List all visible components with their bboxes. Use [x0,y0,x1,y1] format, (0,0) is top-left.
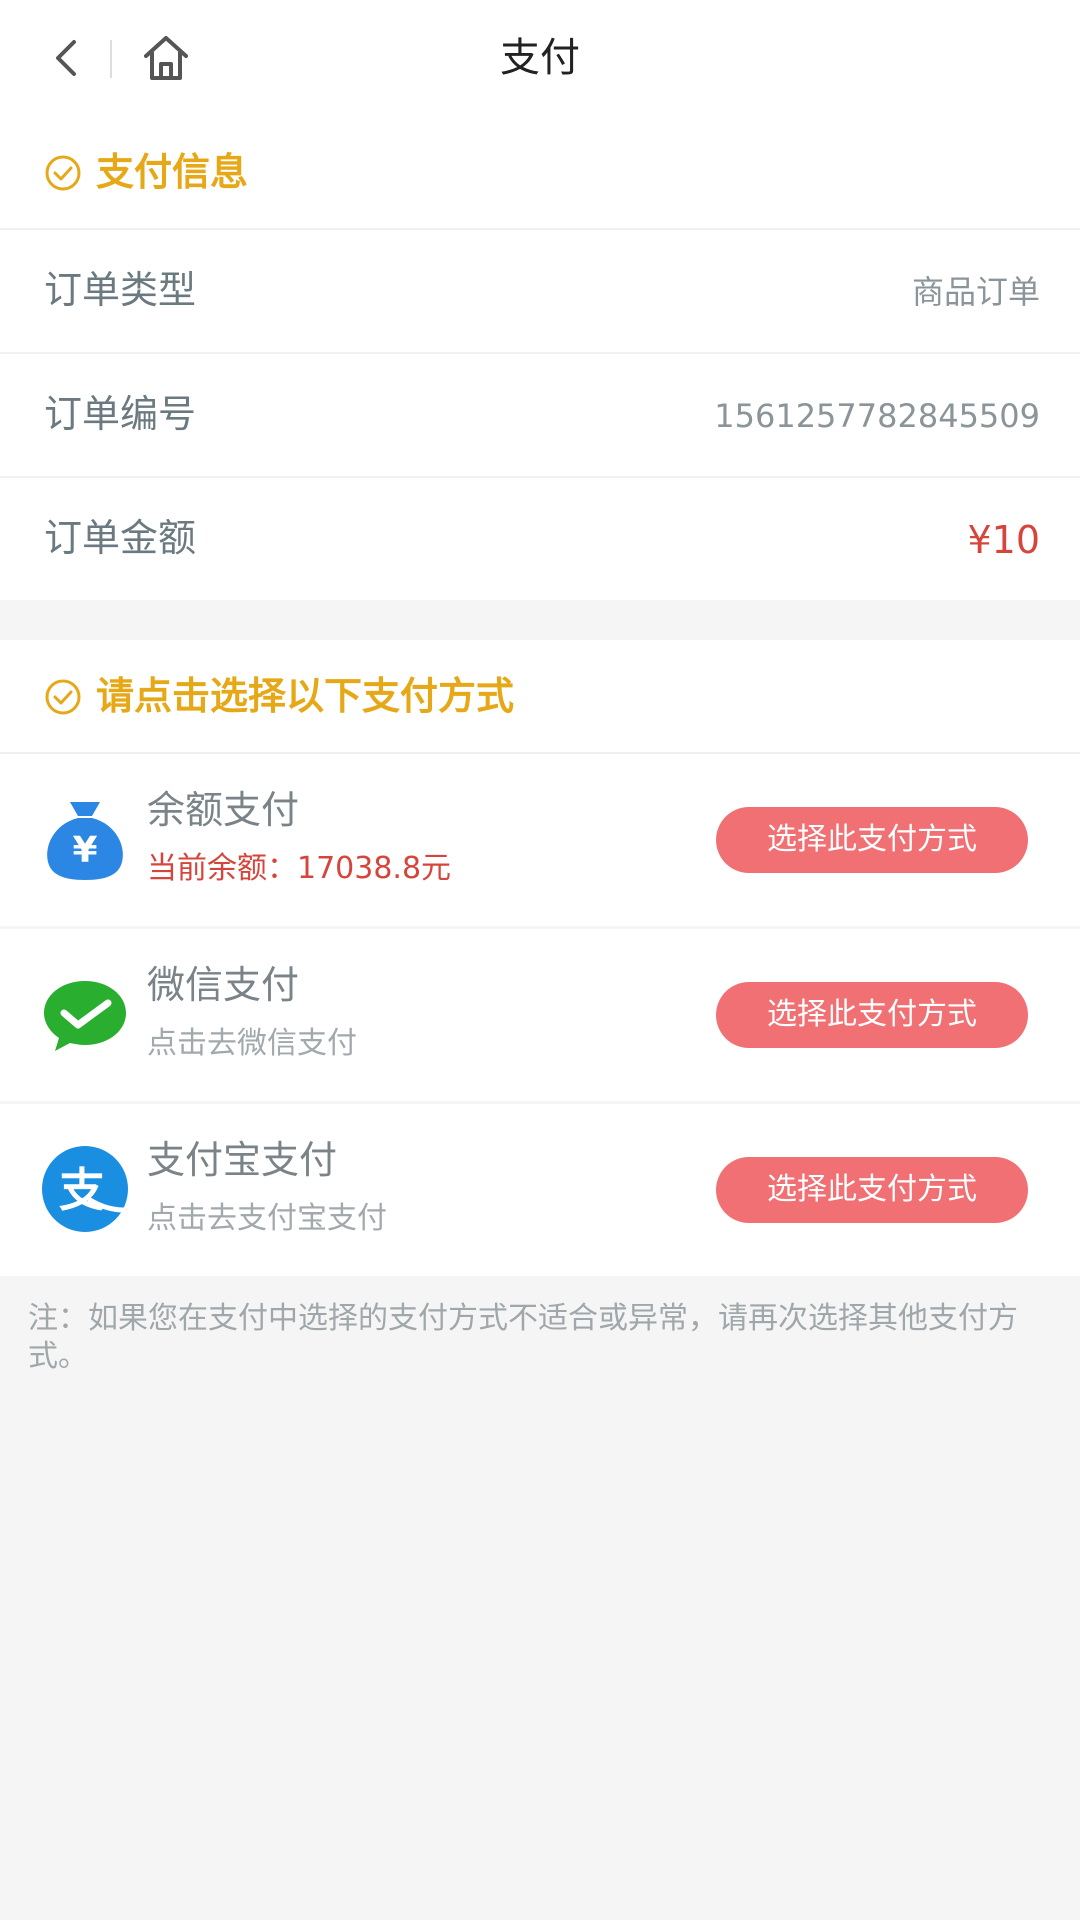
svg-text:¥: ¥ [72,830,97,871]
wechat-icon [44,981,126,1051]
wechat-pay-name: 微信支付 [147,963,300,1007]
payment-methods-section: 请点击选择以下支付方式 ¥ 余额支付 当前余额：17038.8元 选择此支付方式… [0,640,1080,1279]
payment-note: 注：如果您在支付中选择的支付方式不适合或异常，请再次选择其他支付方式。 [28,1301,1018,1374]
order-type-row: 订单类型 商品订单 [0,230,1080,354]
svg-text:支: 支 [59,1163,105,1217]
alipay-pay-hint: 点击去支付宝支付 [147,1201,387,1236]
select-balance-button[interactable]: 选择此支付方式 [716,807,1028,873]
check-circle-icon [45,155,81,191]
alipay-pay-row[interactable]: 支 支付宝支付 点击去支付宝支付 选择此支付方式 [0,1104,1080,1279]
select-alipay-button[interactable]: 选择此支付方式 [716,1157,1028,1223]
balance-pay-name: 余额支付 [147,788,300,832]
check-circle-icon [45,679,81,715]
payment-info-title: 支付信息 [96,150,249,194]
order-number-label: 订单编号 [44,392,197,436]
order-number-row: 订单编号 1561257782845509 [0,354,1080,478]
order-amount-label: 订单金额 [44,516,197,560]
wechat-pay-hint: 点击去微信支付 [147,1026,357,1061]
alipay-pay-name: 支付宝支付 [147,1138,338,1182]
order-amount-row: 订单金额 ¥10 [0,478,1080,600]
order-amount-value: ¥10 [967,518,1040,562]
payment-methods-title: 请点击选择以下支付方式 [96,674,515,718]
alipay-icon: 支 [42,1146,128,1232]
current-balance: 当前余额：17038.8元 [147,851,452,886]
payment-info-header: 支付信息 [0,116,1080,230]
payment-methods-header: 请点击选择以下支付方式 [0,640,1080,754]
wechat-pay-row[interactable]: 微信支付 点击去微信支付 选择此支付方式 [0,929,1080,1104]
select-wechat-button[interactable]: 选择此支付方式 [716,982,1028,1048]
order-type-value: 商品订单 [911,273,1040,311]
top-bar: 支付 [0,0,1080,116]
order-number-value: 1561257782845509 [714,397,1040,435]
order-type-label: 订单类型 [44,268,197,312]
page-title: 支付 [500,35,580,81]
money-bag-icon: ¥ [47,802,123,880]
balance-pay-row[interactable]: ¥ 余额支付 当前余额：17038.8元 选择此支付方式 [0,754,1080,929]
payment-info-section: 支付信息 订单类型 商品订单 订单编号 1561257782845509 订单金… [0,116,1080,600]
